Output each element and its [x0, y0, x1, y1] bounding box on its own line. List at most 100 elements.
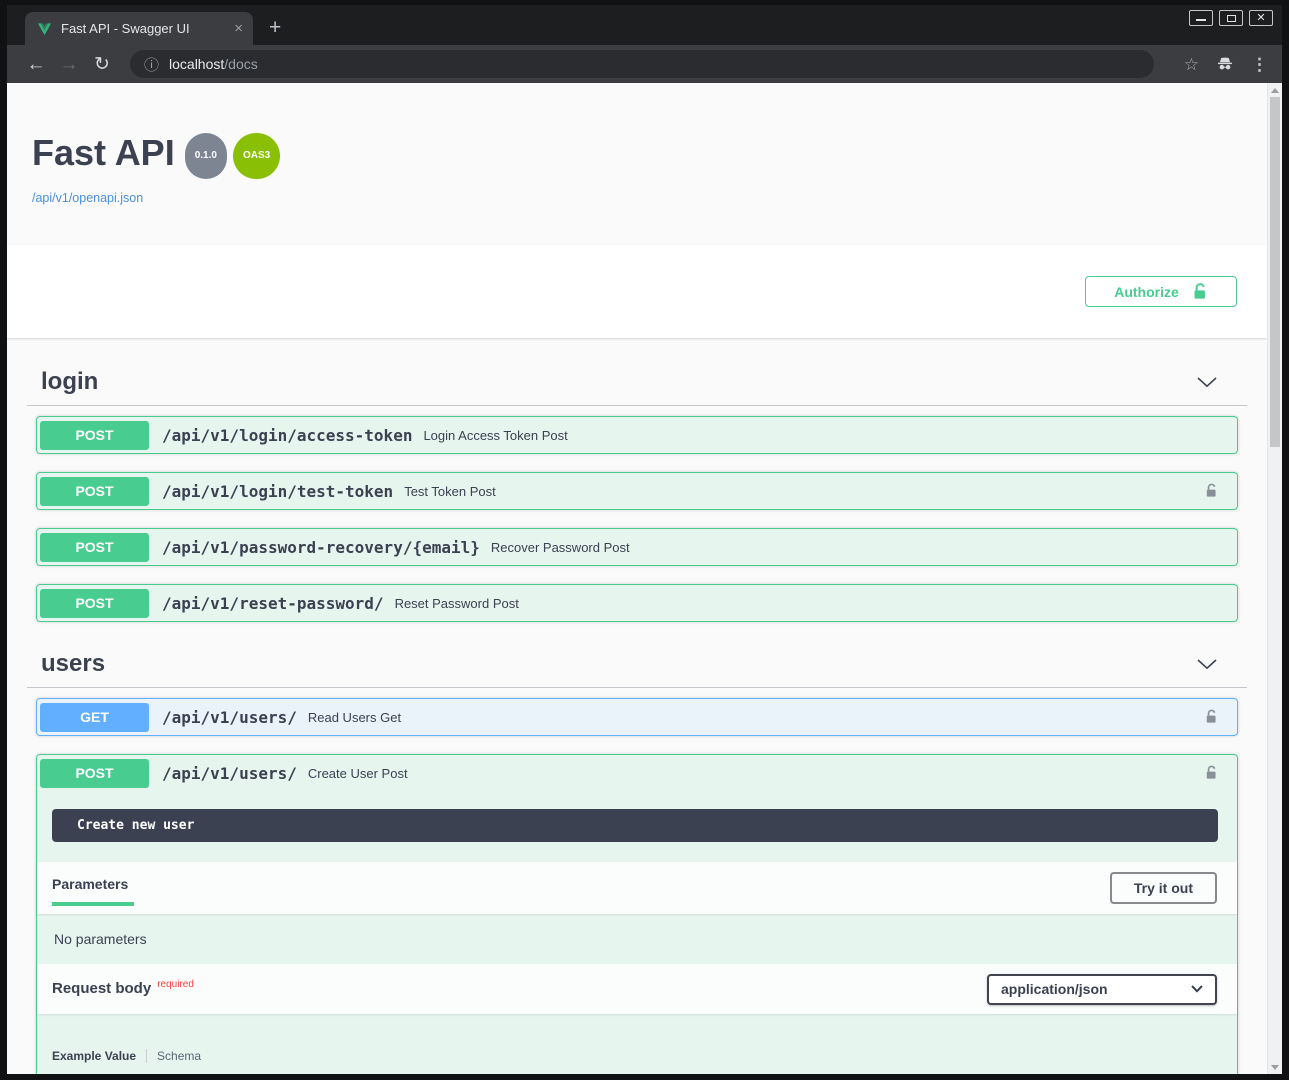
- address-bar[interactable]: ⓘ localhost/docs: [130, 50, 1154, 78]
- op-path: /api/v1/users/: [162, 764, 297, 783]
- content-type-value: application/json: [1001, 981, 1108, 997]
- authorize-label: Authorize: [1114, 284, 1179, 300]
- reload-button[interactable]: ↻: [91, 55, 113, 74]
- page-viewport: Fast API0.1.0OAS3 /api/v1/openapi.json A…: [7, 83, 1282, 1074]
- scrollbar-up-arrow[interactable]: [1268, 83, 1282, 97]
- request-body-title: Request bodyrequired: [52, 980, 194, 998]
- url-path: /docs: [224, 56, 257, 72]
- parameters-header: Parameters Try it out: [37, 862, 1237, 914]
- opblock-reset-password: POST /api/v1/reset-password/ Reset Passw…: [36, 584, 1238, 622]
- minimize-icon: [1196, 19, 1206, 21]
- model-example: Example Value Schema {: [37, 1014, 1237, 1074]
- section-users: users GET /api/v1/users/ Read Users Get: [27, 650, 1247, 1074]
- opblock-login-test-token: POST /api/v1/login/test-token Test Token…: [36, 472, 1238, 510]
- op-summary-row[interactable]: POST /api/v1/password-recovery/{email} R…: [37, 529, 1237, 565]
- browser-tab[interactable]: Fast API - Swagger UI ×: [25, 12, 253, 45]
- no-parameters-text: No parameters: [37, 914, 1237, 964]
- maximize-icon: [1227, 15, 1236, 22]
- incognito-icon: [1215, 53, 1235, 76]
- op-summary-row[interactable]: POST /api/v1/login/access-token Login Ac…: [37, 417, 1237, 453]
- api-info: Fast API0.1.0OAS3 /api/v1/openapi.json: [32, 133, 1247, 207]
- open-padlock-icon: [1204, 764, 1218, 782]
- minimize-button[interactable]: [1189, 10, 1213, 26]
- maximize-button[interactable]: [1219, 10, 1243, 26]
- scheme-container: Authorize: [7, 245, 1267, 338]
- close-button[interactable]: ✕: [1249, 10, 1273, 26]
- tab-example-value[interactable]: Example Value: [52, 1049, 136, 1063]
- opblock-password-recovery: POST /api/v1/password-recovery/{email} R…: [36, 528, 1238, 566]
- chevron-down-icon: [1191, 985, 1203, 993]
- auth-lock-button[interactable]: [1204, 764, 1218, 782]
- parameters-tab: Parameters: [52, 870, 134, 906]
- swagger-ui: Fast API0.1.0OAS3 /api/v1/openapi.json A…: [7, 83, 1267, 1074]
- back-button[interactable]: ←: [25, 55, 47, 74]
- oas3-badge: OAS3: [233, 133, 280, 179]
- op-path: /api/v1/reset-password/: [162, 594, 384, 613]
- op-summary-row[interactable]: POST /api/v1/reset-password/ Reset Passw…: [37, 585, 1237, 621]
- op-description-wrapper: Create new user: [37, 791, 1237, 862]
- content-type-select[interactable]: application/json: [987, 974, 1217, 1005]
- chevron-down-icon: [1197, 377, 1217, 388]
- request-body-header: Request bodyrequired application/json: [37, 964, 1237, 1014]
- try-it-out-button[interactable]: Try it out: [1110, 872, 1217, 904]
- bookmark-star-icon[interactable]: ☆: [1184, 56, 1199, 73]
- opblock-login-access-token: POST /api/v1/login/access-token Login Ac…: [36, 416, 1238, 454]
- section-login: login POST /api/v1/login/access-token Lo…: [27, 368, 1247, 622]
- version-badge: 0.1.0: [185, 133, 227, 179]
- op-summary-text: Reset Password Post: [395, 596, 519, 611]
- op-path: /api/v1/password-recovery/{email}: [162, 538, 480, 557]
- op-list-login: POST /api/v1/login/access-token Login Ac…: [27, 416, 1247, 622]
- browser-window: Fast API - Swagger UI × + ✕ ← → ↻ ⓘ loca…: [0, 0, 1289, 1080]
- api-title-text: Fast API: [32, 132, 175, 173]
- op-summary-row[interactable]: POST /api/v1/login/test-token Test Token…: [37, 473, 1237, 509]
- op-summary-text: Read Users Get: [308, 710, 401, 725]
- tab-schema[interactable]: Schema: [157, 1049, 201, 1063]
- op-list-users: GET /api/v1/users/ Read Users Get: [27, 698, 1247, 1074]
- page-title: Fast API0.1.0OAS3: [32, 133, 1247, 181]
- op-description: Create new user: [52, 809, 1218, 842]
- method-badge: POST: [40, 759, 149, 788]
- request-body-label: Request body: [52, 980, 151, 997]
- section-login-header[interactable]: login: [27, 368, 1247, 406]
- openapi-spec-link[interactable]: /api/v1/openapi.json: [32, 191, 143, 205]
- triangle-down-icon: [1271, 1065, 1279, 1070]
- method-badge: POST: [40, 533, 149, 562]
- authorize-button[interactable]: Authorize: [1085, 276, 1237, 307]
- method-badge: POST: [40, 477, 149, 506]
- browser-toolbar: ← → ↻ ⓘ localhost/docs ☆ ⋮: [7, 45, 1282, 83]
- method-badge: GET: [40, 703, 149, 732]
- close-icon: ✕: [1256, 13, 1265, 24]
- opblock-read-users: GET /api/v1/users/ Read Users Get: [36, 698, 1238, 736]
- opblock-create-user-expanded: POST /api/v1/users/ Create User Post: [36, 754, 1238, 1074]
- chevron-down-icon: [1197, 659, 1217, 670]
- op-summary-row[interactable]: GET /api/v1/users/ Read Users Get: [37, 699, 1237, 735]
- forward-button[interactable]: →: [58, 55, 80, 74]
- op-path: /api/v1/login/access-token: [162, 426, 412, 445]
- op-path: /api/v1/login/test-token: [162, 482, 393, 501]
- operations-wrapper: login POST /api/v1/login/access-token Lo…: [7, 368, 1267, 1074]
- auth-lock-button[interactable]: [1204, 708, 1218, 726]
- open-padlock-icon: [1204, 708, 1218, 726]
- tab-close-icon[interactable]: ×: [234, 21, 243, 36]
- op-summary-row[interactable]: POST /api/v1/users/ Create User Post: [37, 755, 1237, 791]
- site-info-icon[interactable]: ⓘ: [144, 54, 159, 75]
- op-summary-text: Test Token Post: [404, 484, 496, 499]
- scrollbar-thumb[interactable]: [1270, 97, 1280, 447]
- op-summary-text: Recover Password Post: [491, 540, 630, 555]
- op-summary-text: Create User Post: [308, 766, 408, 781]
- window-controls: ✕: [1189, 10, 1273, 26]
- tab-bar: Fast API - Swagger UI × + ✕: [7, 5, 1282, 45]
- tab-divider: [146, 1049, 147, 1063]
- scrollbar-down-arrow[interactable]: [1268, 1060, 1282, 1074]
- method-badge: POST: [40, 589, 149, 618]
- section-users-header[interactable]: users: [27, 650, 1247, 688]
- auth-lock-button[interactable]: [1204, 482, 1218, 500]
- op-path: /api/v1/users/: [162, 708, 297, 727]
- page-scrollbar[interactable]: [1267, 83, 1282, 1074]
- op-summary-text: Login Access Token Post: [423, 428, 567, 443]
- section-title: login: [41, 368, 98, 396]
- new-tab-button[interactable]: +: [269, 18, 281, 38]
- url-host: localhost: [169, 56, 224, 72]
- unlock-icon: [1191, 282, 1208, 302]
- menu-icon[interactable]: ⋮: [1251, 56, 1268, 73]
